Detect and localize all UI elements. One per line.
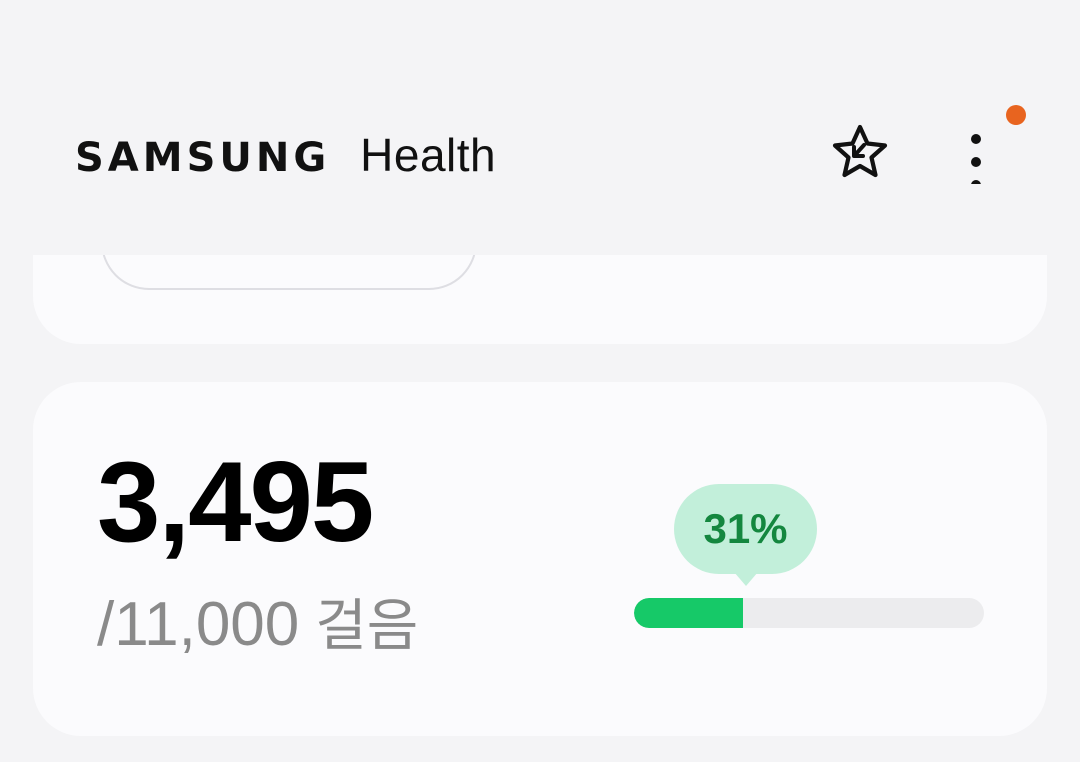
steps-count: 3,495 — [97, 439, 374, 566]
more-options-button[interactable] — [936, 114, 1016, 194]
progress-bubble-tail — [734, 572, 758, 586]
app-header: SAMSUNG Health — [0, 0, 1080, 255]
progress-percent-bubble: 31% — [674, 484, 817, 574]
steps-goal: /11,000 걸음 — [97, 594, 418, 656]
notification-dot — [1006, 105, 1026, 125]
steps-progress-fill — [634, 598, 743, 628]
app-title: Health — [360, 129, 497, 181]
app-brand: SAMSUNG Health — [75, 128, 496, 182]
samsung-logo: SAMSUNG — [75, 135, 331, 181]
favorite-button[interactable] — [820, 114, 900, 194]
star-with-arrow-icon — [832, 124, 888, 178]
steps-goal-value: /11,000 — [97, 590, 300, 659]
more-vertical-icon — [971, 134, 981, 184]
steps-progress-bar — [634, 598, 984, 628]
steps-unit: 걸음 — [315, 594, 419, 659]
steps-card[interactable]: 3,495 /11,000 걸음 31% — [33, 382, 1047, 736]
